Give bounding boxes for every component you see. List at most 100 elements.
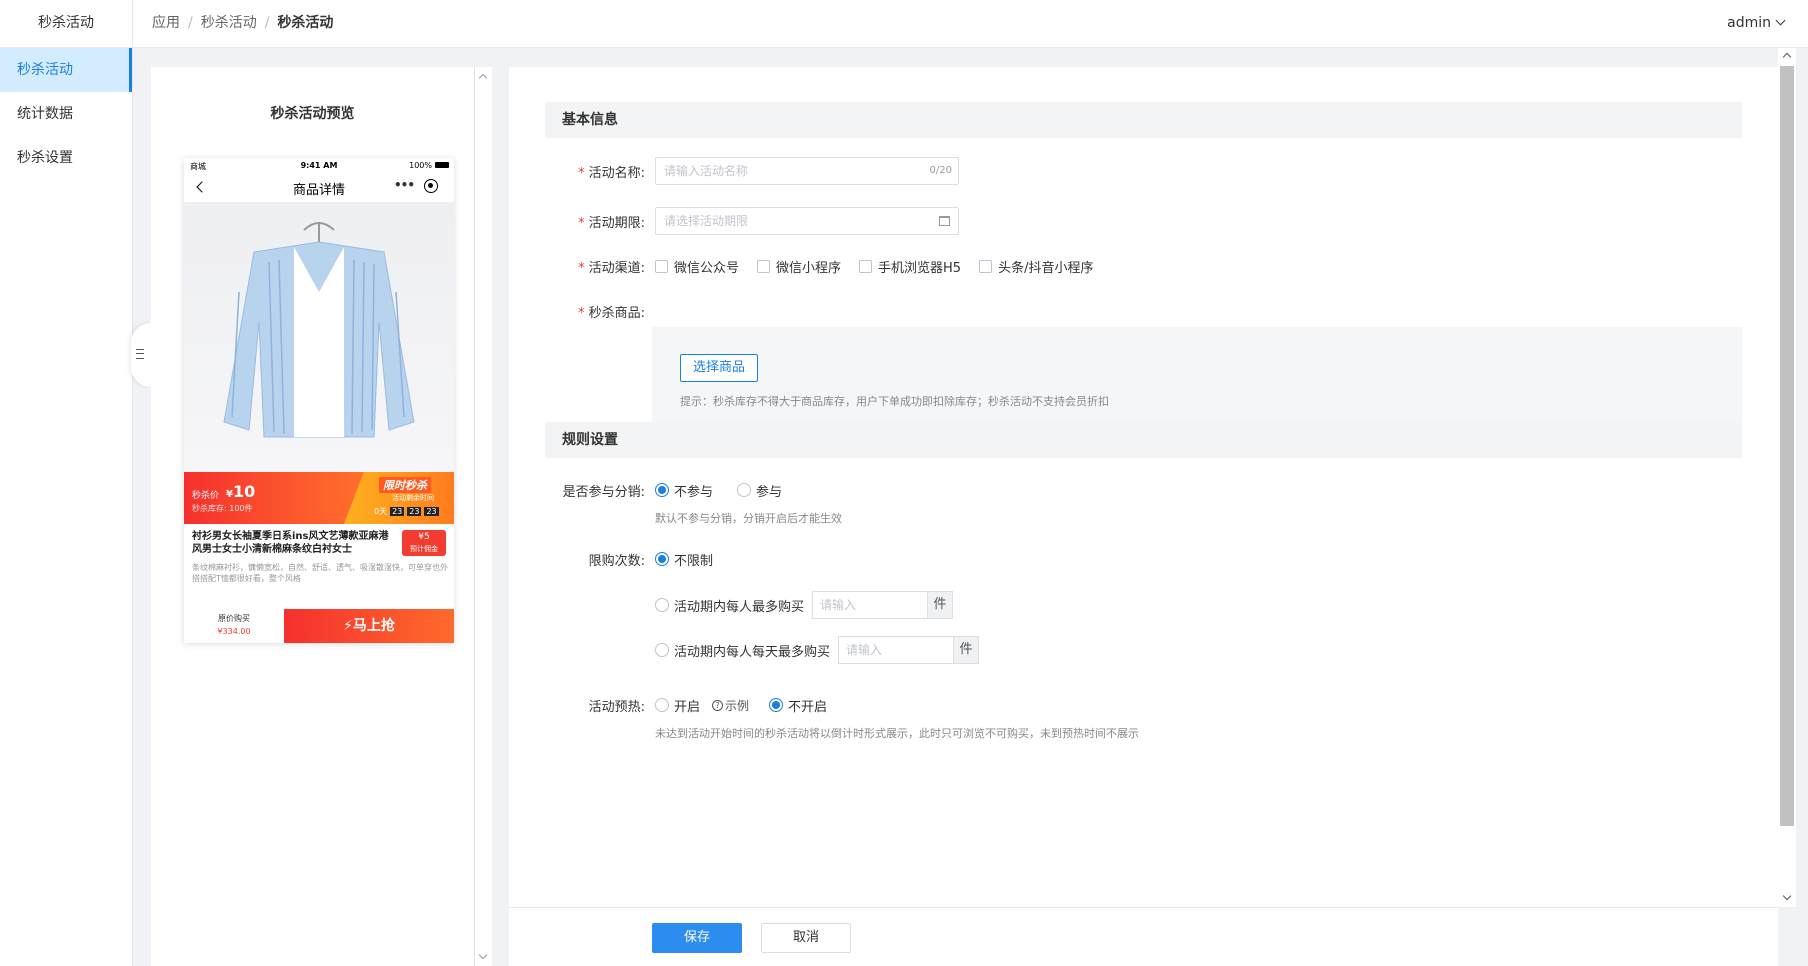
seckill-price-bar: 秒杀价 ¥10 秒杀库存: 100件 限时秒杀 活动剩余时间 0天 23 23 … [184,472,454,524]
user-menu[interactable]: admin [1727,0,1786,48]
distribution-hint: 默认不参与分销，分销开启后才能生效 [655,512,842,525]
lightning-icon: ⚡ [343,618,353,634]
seckill-price: ¥10 [226,482,255,501]
main-scrollbar[interactable] [1778,48,1796,907]
channel-checkbox-wechat-mp[interactable]: 微信公众号 [655,257,739,276]
phone-action-bar: 原价购买 ¥334.00 ⚡马上抢 [184,609,454,643]
row-activity-name: * 活动名称: 请输入活动名称 0/20 [545,156,959,186]
price-value: 10 [232,482,256,501]
calendar-icon [939,216,950,226]
product-name: 衬衫男女长袖夏季日系ins风文艺薄款亚麻港风男士女士小清新棉麻条纹白衬女士 [192,531,389,555]
radio-distribution-no[interactable]: 不参与 [655,481,713,500]
preview-title: 秒杀活动预览 [270,106,355,122]
section-rules: 规则设置 [545,422,1742,458]
scroll-down-icon [1782,891,1792,901]
limit-per-day-input: 请输入 件 [838,636,980,664]
label-seckill-goods: * 秒杀商品: [578,305,645,321]
label-activity-period: * 活动期限: [578,215,645,231]
activity-period-placeholder: 请选择活动期限 [664,214,749,228]
commission-value: ¥5 [418,532,430,542]
limit-per-day-field[interactable]: 请输入 [838,636,955,664]
label-preheat: 活动预热: [588,699,645,715]
label-activity-name: * 活动名称: [578,165,645,181]
preview-scrollbar[interactable] [474,67,492,966]
more-icon: ••• [394,178,415,192]
row-limit-per-person: 活动期内每人最多购买 请输入 件 [655,590,954,620]
countdown-hours: 23 [390,507,405,516]
countdown-label: 活动剩余时间 [392,494,434,502]
row-activity-channel: * 活动渠道: 微信公众号 微信小程序 手机浏览器H5 头条/抖音小程序 [545,251,1111,281]
radio-limit-per-day[interactable]: 活动期内每人每天最多购买 [655,641,830,660]
row-distribution: 是否参与分销: 不参与 参与 [545,475,806,505]
activity-name-placeholder: 请输入活动名称 [664,164,749,178]
row-seckill-goods: * 秒杀商品: [545,296,655,326]
scroll-up-icon [1782,52,1792,62]
sidebar-item-settings[interactable]: 秒杀设置 [0,136,132,180]
sidebar-item-statistics[interactable]: 统计数据 [0,92,132,136]
activity-name-input[interactable]: 请输入活动名称 0/20 [655,157,959,185]
row-activity-period: * 活动期限: 请选择活动期限 [545,206,959,236]
menu-icon [136,349,144,359]
scrollbar-thumb[interactable] [1780,66,1794,826]
product-image [184,202,454,472]
form-footer: 保存 取消 [509,907,1778,966]
radio-limit-per-person[interactable]: 活动期内每人最多购买 [655,596,804,615]
breadcrumb-current: 秒杀活动 [277,15,334,31]
countdown-days: 0天 [374,507,388,516]
countdown-minutes: 23 [407,507,422,516]
form-panel: 基本信息 * 活动名称: 请输入活动名称 0/20 * 活动期限: 请选择活动期限 … [509,67,1778,907]
buy-original-button[interactable]: 原价购买 ¥334.00 [184,609,284,643]
promo-tag: 限时秒杀 [379,477,431,493]
cancel-button[interactable]: 取消 [761,923,851,953]
battery-level: 100% [409,161,432,170]
top-bar: 秒杀活动 应用 / 秒杀活动 / 秒杀活动 admin [0,0,1808,48]
channel-checkbox-douyin[interactable]: 头条/抖音小程序 [979,257,1093,276]
price-label: 秒杀价 [192,491,220,501]
limit-per-person-field[interactable]: 请输入 [812,591,929,619]
countdown: 0天 23 23 23 [374,506,439,517]
breadcrumb-item-apps[interactable]: 应用 [152,15,180,31]
section-basic-info: 基本信息 [545,102,1742,138]
label-activity-channel: * 活动渠道: [578,260,645,276]
price-symbol: ¥ [226,489,233,500]
seckill-stock: 秒杀库存: 100件 [192,504,253,513]
commission-badge: ¥5 预计佣金 [402,530,446,556]
save-button[interactable]: 保存 [652,923,742,953]
preheat-example-link[interactable]: ? 示例 [712,697,749,714]
scroll-up-icon [478,73,488,83]
commission-label: 预计佣金 [410,545,438,553]
phone-nav-bar: 商品详情 ••• [184,172,454,202]
battery-icon [435,162,449,168]
help-icon: ? [712,699,724,711]
channel-checkbox-h5[interactable]: 手机浏览器H5 [859,257,961,276]
radio-limit-none[interactable]: 不限制 [655,550,713,569]
activity-period-picker[interactable]: 请选择活动期限 [655,207,959,235]
scroll-down-icon [478,950,488,960]
chevron-down-icon [1775,15,1786,26]
breadcrumb-item-seckill[interactable]: 秒杀活动 [201,15,257,31]
sidebar: 秒杀活动 统计数据 秒杀设置 [0,48,133,966]
select-goods-button[interactable]: 选择商品 [680,354,758,382]
label-distribution: 是否参与分销: [562,484,645,500]
orig-price: ¥334.00 [217,627,251,636]
product-desc: 条纹棉麻衬衫，慵懒宽松，自然、舒适、透气、吸湿散湿快，可单穿也外搭搭配T恤都很好… [192,563,448,583]
label-purchase-limit: 限购次数: [588,553,645,569]
buy-now-button[interactable]: ⚡马上抢 [284,609,454,643]
unit-label: 件 [928,591,954,619]
channel-checkbox-wechat-mini[interactable]: 微信小程序 [757,257,841,276]
radio-preheat-off[interactable]: 不开启 [769,696,827,715]
goods-area: 选择商品 提示：秒杀库存不得大于商品库存，用户下单成功即扣除库存；秒杀活动不支持… [652,327,1742,435]
breadcrumb: 应用 / 秒杀活动 / 秒杀活动 [152,15,334,31]
preview-panel: 秒杀活动预览 商城 9:41 AM 100% 商品详情 ••• 秒杀价 ¥10 … [151,67,474,966]
sidebar-item-seckill[interactable]: 秒杀活动 [0,48,132,92]
collapse-handle[interactable] [131,323,151,387]
buy-now-label: 马上抢 [352,618,395,634]
goods-tip: 提示：秒杀库存不得大于商品库存，用户下单成功即扣除库存；秒杀活动不支持会员折扣 [680,395,1109,408]
unit-label: 件 [954,636,980,664]
radio-distribution-yes[interactable]: 参与 [737,481,782,500]
preheat-hint: 未达到活动开始时间的秒杀活动将以倒计时形式展示，此时只可浏览不可购买，未到预热时… [655,727,1139,740]
radio-preheat-on[interactable]: 开启 [655,696,700,715]
row-preheat: 活动预热: 开启 ? 示例 不开启 [545,690,851,720]
user-name: admin [1727,15,1771,31]
row-limit-per-day: 活动期内每人每天最多购买 请输入 件 [655,635,980,665]
